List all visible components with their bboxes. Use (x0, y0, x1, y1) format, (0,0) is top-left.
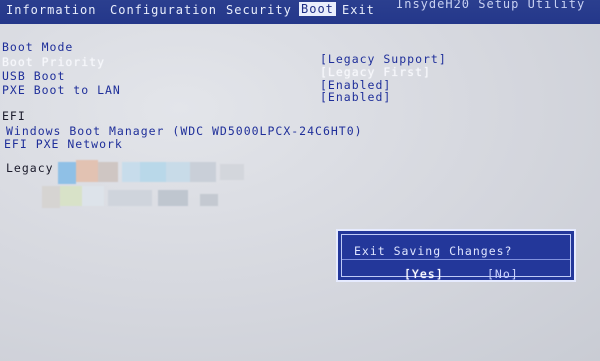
yes-button[interactable]: [Yes] (404, 267, 444, 281)
boot-mode-label[interactable]: Boot Mode (2, 40, 73, 54)
dialog-frame: Exit Saving Changes? [Yes] [No] (341, 234, 571, 281)
tab-configuration[interactable]: Configuration (110, 3, 217, 17)
utility-title: InsydeH20 Setup Utility (396, 0, 586, 11)
exit-saving-dialog: Exit Saving Changes? [Yes] [No] (336, 229, 576, 282)
tab-information[interactable]: Information (6, 3, 96, 17)
tab-boot[interactable]: Boot (299, 2, 336, 16)
efi-windows-boot-manager[interactable]: Windows Boot Manager (WDC WD5000LPCX-24C… (6, 124, 363, 138)
boot-priority-label[interactable]: Boot Priority (2, 55, 105, 69)
blurred-legacy-list (38, 160, 258, 220)
no-button[interactable]: [No] (487, 267, 519, 281)
pxe-boot-label[interactable]: PXE Boot to LAN (2, 83, 121, 97)
dialog-title: Exit Saving Changes? (354, 244, 513, 258)
pxe-boot-value[interactable]: [Enabled] (320, 90, 391, 104)
usb-boot-label[interactable]: USB Boot (2, 69, 65, 83)
boot-priority-value[interactable]: [Legacy First] (320, 65, 431, 79)
tab-exit[interactable]: Exit (342, 3, 375, 17)
efi-heading: EFI (2, 109, 26, 123)
boot-mode-value[interactable]: [Legacy Support] (320, 52, 447, 66)
efi-pxe-network[interactable]: EFI PXE Network (4, 137, 123, 151)
menu-bar: Information Configuration Security Boot … (0, 0, 600, 24)
tab-security[interactable]: Security (226, 3, 292, 17)
dialog-divider (342, 259, 570, 260)
